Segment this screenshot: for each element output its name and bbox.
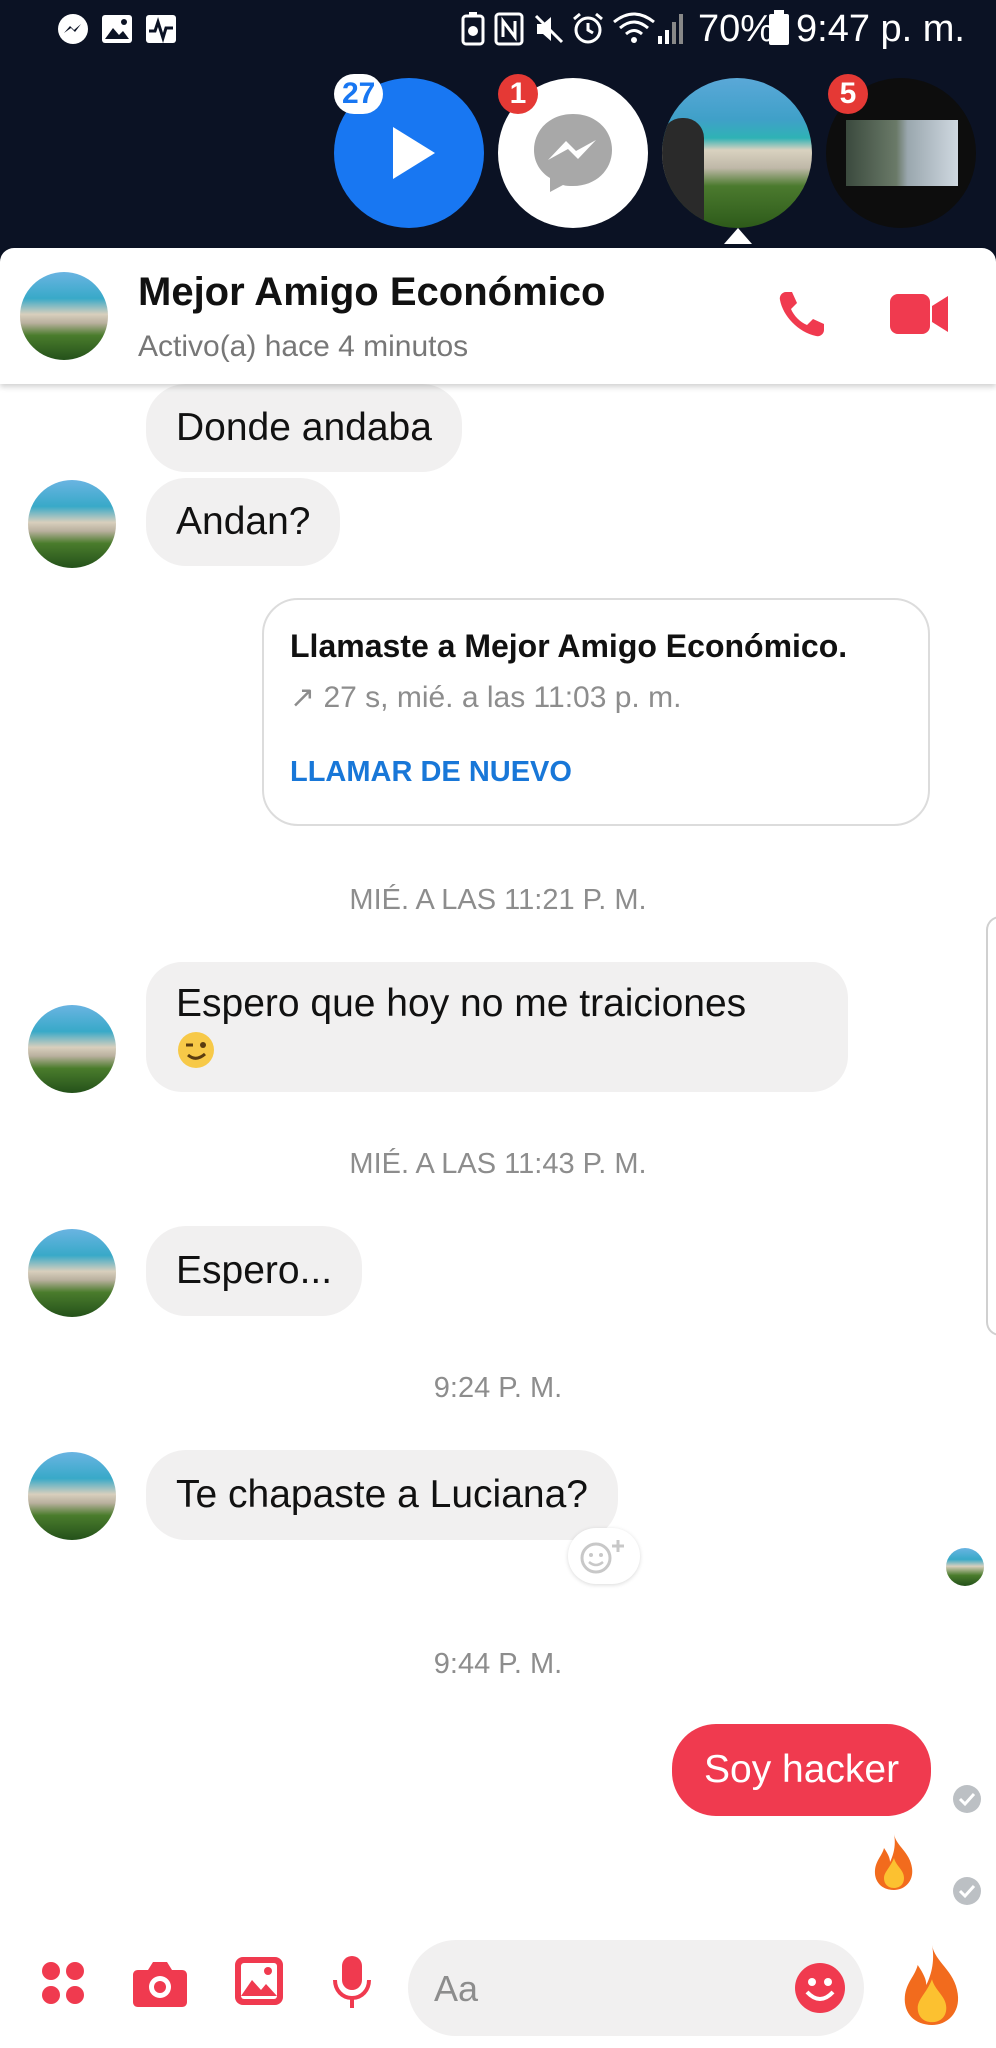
conversation-title[interactable]: Mejor Amigo Económico: [138, 270, 605, 315]
messenger-notification-icon: [58, 14, 88, 44]
timestamp-divider: MIÉ. A LAS 11:21 P. M.: [349, 884, 647, 916]
emoji-picker-icon[interactable]: [794, 1962, 846, 2014]
sender-avatar[interactable]: [28, 1452, 116, 1540]
timestamp-divider: 9:24 P. M.: [433, 1372, 563, 1404]
mute-icon: [534, 14, 564, 44]
message-text: Andan?: [176, 500, 311, 543]
sender-avatar[interactable]: [28, 480, 116, 568]
message-bubble[interactable]: Espero...: [146, 1226, 363, 1316]
outgoing-message-bubble[interactable]: Soy hacker: [672, 1724, 932, 1816]
camera-icon[interactable]: [132, 1958, 188, 2008]
sender-avatar[interactable]: [28, 1229, 116, 1317]
message-input[interactable]: [432, 1940, 776, 2038]
gallery-icon[interactable]: [234, 1956, 284, 2006]
message-text: Soy hacker: [704, 1748, 900, 1791]
conversation-header: Mejor Amigo Económico Activo(a) hace 4 m…: [0, 248, 996, 384]
contact-avatar[interactable]: [20, 272, 108, 360]
message-text: Espero...: [176, 1249, 333, 1292]
clock: 9:47 p. m.: [796, 8, 965, 50]
message-bubble[interactable]: Andan?: [146, 478, 341, 566]
message-bubble[interactable]: Espero que hoy no me traiciones: [146, 962, 848, 1092]
video-call-icon[interactable]: [888, 292, 950, 336]
call-again-link[interactable]: LLAMAR DE NUEVO: [290, 756, 572, 789]
voice-call-icon[interactable]: [774, 286, 830, 342]
signal-icon: [658, 14, 683, 44]
message-text: Te chapaste a Luciana?: [176, 1473, 588, 1516]
gallery-notification-icon: [102, 15, 132, 43]
group-photo: [846, 120, 958, 186]
group-head-badge: 5: [828, 74, 868, 114]
microphone-icon[interactable]: [332, 1954, 372, 2012]
battery-icon: [769, 10, 789, 45]
call-log-card: Llamaste a Mejor Amigo Económico. ↗ 27 s…: [262, 598, 930, 826]
composer-bar: [0, 1920, 996, 2048]
more-actions-icon[interactable]: [40, 1960, 86, 2006]
active-head-pointer: [724, 228, 752, 244]
message-bubble[interactable]: Te chapaste a Luciana?: [146, 1450, 618, 1540]
nfc-icon: [494, 12, 524, 46]
health-notification-icon: [146, 15, 176, 44]
delivered-check-icon: [953, 1877, 981, 1905]
wifi-icon: [613, 12, 655, 43]
sender-avatar[interactable]: [28, 1005, 116, 1093]
battery-percent: 70%: [698, 8, 775, 50]
message-input-container[interactable]: [408, 1940, 864, 2038]
timestamp-divider: 9:44 P. M.: [433, 1648, 563, 1680]
beach-contact-chat-head[interactable]: [662, 78, 812, 228]
add-reaction-button[interactable]: [568, 1528, 640, 1584]
message-bubble[interactable]: Donde andaba: [146, 384, 462, 472]
messenger-head-badge: 1: [498, 74, 538, 114]
play-icon: [393, 127, 435, 179]
video-head-badge: 27: [334, 74, 384, 114]
scroll-indicator[interactable]: [986, 916, 996, 1336]
call-log-detail: ↗ 27 s, mié. a las 11:03 p. m.: [290, 681, 682, 714]
messenger-logo-icon: [534, 114, 612, 192]
battery-saver-icon: [461, 12, 485, 46]
add-reaction-icon: [580, 1540, 624, 1574]
seen-indicator-avatar: [946, 1548, 984, 1586]
status-bar: 70% 9:47 p. m.: [0, 0, 996, 62]
message-text: Donde andaba: [176, 406, 432, 449]
fire-emoji-sent-icon: [874, 1834, 913, 1890]
message-text: Espero que hoy no me traiciones: [176, 982, 747, 1025]
timestamp-divider: MIÉ. A LAS 11:43 P. M.: [349, 1148, 647, 1180]
wink-emoji-icon: [178, 1032, 214, 1068]
delivered-check-icon: [953, 1785, 981, 1813]
call-log-title: Llamaste a Mejor Amigo Económico.: [290, 628, 848, 664]
alarm-icon: [573, 12, 603, 44]
person-silhouette: [662, 118, 704, 228]
active-status: Activo(a) hace 4 minutos: [138, 330, 469, 363]
fire-quick-reaction-icon[interactable]: [892, 1942, 972, 2028]
